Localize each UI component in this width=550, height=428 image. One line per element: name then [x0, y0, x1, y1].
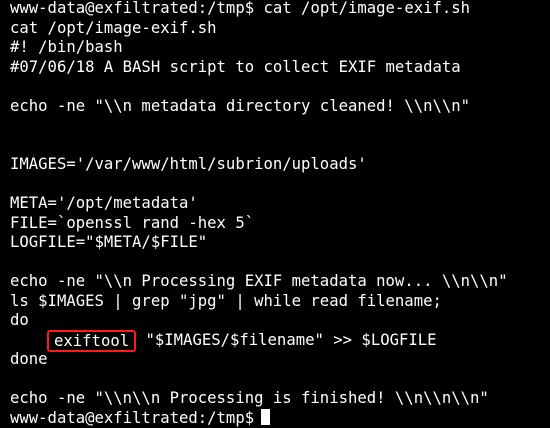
output-line: echo -ne "\\n metadata directory cleaned…	[10, 96, 471, 115]
output-line: META='/opt/metadata'	[10, 194, 198, 212]
final-prompt-line[interactable]: www-data@exfiltrated:/tmp$	[10, 408, 550, 428]
terminal-window[interactable]: www-data@exfiltrated:/tmp$ cat /opt/imag…	[0, 0, 550, 427]
typed-command: cat /opt/image-exif.sh	[263, 0, 471, 17]
output-line: IMAGES='/var/www/html/subrion/uploads'	[10, 155, 367, 173]
output-line: done	[10, 350, 48, 368]
output-line: echo -ne "\\n Processing EXIF metadata n…	[10, 272, 508, 290]
output-line: echo -ne "\\n\\n Processing is finished!…	[10, 389, 489, 407]
exiftool-line: exiftool "$IMAGES/$filename" >> $LOGFILE	[10, 329, 550, 352]
output-line: ls $IMAGES | grep "jpg" | while read fil…	[10, 291, 442, 310]
output-line: LOGFILE="$META/$FILE"	[10, 233, 208, 251]
output-line: cat /opt/image-exif.sh	[10, 18, 217, 37]
exiftool-args: "$IMAGES/$filename" >> $LOGFILE	[136, 330, 437, 349]
output-line: #07/06/18 A BASH script to collect EXIF …	[10, 57, 461, 76]
command-line: www-data@exfiltrated:/tmp$ cat /opt/imag…	[10, 0, 550, 19]
shell-prompt: www-data@exfiltrated:/tmp$	[10, 408, 255, 427]
text-cursor	[261, 408, 271, 425]
output-line: do	[10, 311, 29, 329]
output-line: #! /bin/bash	[10, 38, 123, 56]
exiftool-highlight: exiftool	[47, 329, 137, 352]
shell-prompt: www-data@exfiltrated:/tmp$	[10, 0, 255, 17]
output-line: FILE=`openssl rand -hex 5`	[10, 213, 255, 232]
